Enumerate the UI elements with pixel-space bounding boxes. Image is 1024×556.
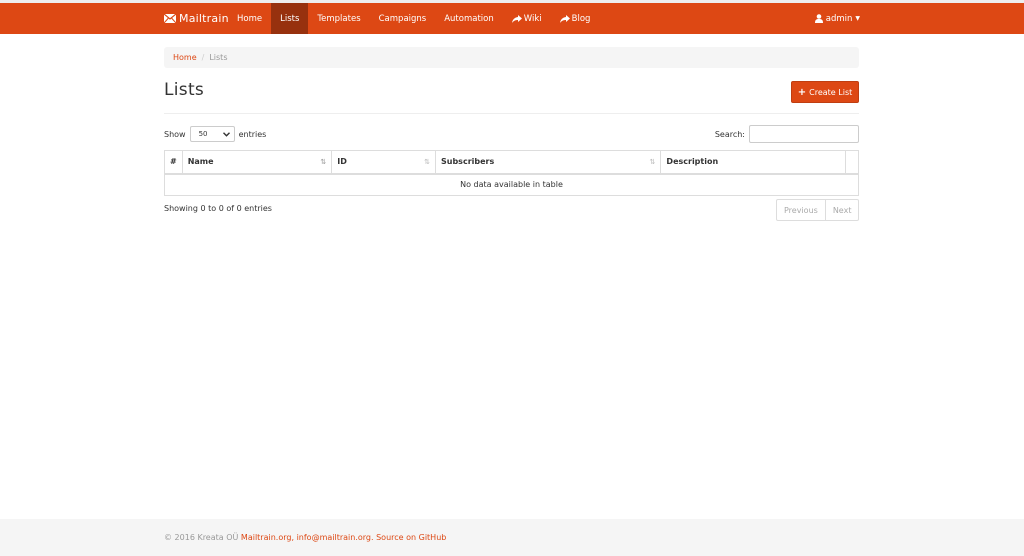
search-control: Search: [715,125,859,143]
nav-automation[interactable]: Automation [435,3,503,34]
nav-wiki-label: Wiki [523,13,542,24]
user-icon [814,14,823,23]
page-size-control: Show 50 entries [164,126,266,142]
column-header-actions [844,150,860,175]
chevron-down-icon [222,131,230,137]
sort-icon: ⇅ [649,158,656,166]
brand-label: Mailtrain [179,12,229,25]
column-header-description[interactable]: Description [660,150,846,175]
page-size-value: 50 [198,130,208,138]
footer-text: © 2016 Kreata OÜ Mailtrain.org, info@mai… [164,533,446,542]
table-header-row: # Name ⇅ ID ⇅ Subscribers ⇅ Description [164,150,860,175]
envelope-icon [164,14,176,23]
user-name: admin [825,13,853,24]
table-info: Showing 0 to 0 of 0 entries [164,204,272,213]
show-label: Show [164,129,186,139]
plus-icon: + [797,86,807,98]
caret-down-icon: ▼ [855,15,860,22]
sort-ascending-icon: ⇅ [320,158,327,166]
column-header-subscribers[interactable]: Subscribers ⇅ [434,150,662,175]
user-menu[interactable]: admin ▼ [814,3,860,34]
pagination: Previous Next [776,199,860,221]
nav-lists[interactable]: Lists [271,3,309,34]
header-divider [164,113,859,114]
navbar-inner: Mailtrain Home Lists Templates Campaigns… [164,3,860,34]
nav-wiki[interactable]: Wiki [503,3,551,34]
next-button[interactable]: Next [825,199,860,221]
column-header-id[interactable]: ID ⇅ [331,150,436,175]
breadcrumb-separator: / [201,53,205,62]
brand-link[interactable]: Mailtrain [164,3,229,34]
create-list-label: Create List [809,87,853,97]
footer-separator: . [371,533,374,542]
share-arrow-icon [559,14,570,23]
nav-home[interactable]: Home [228,3,271,34]
footer-separator: , [291,533,295,542]
entries-label: entries [238,129,267,139]
sort-icon: ⇅ [424,158,430,166]
table-row: No data available in table [164,173,859,196]
share-arrow-icon [511,14,522,23]
breadcrumb: Home / Lists [164,47,859,68]
previous-button[interactable]: Previous [776,199,826,221]
column-header-index[interactable]: # [164,150,183,175]
nav-campaigns[interactable]: Campaigns [370,3,436,34]
breadcrumb-home[interactable]: Home [173,53,197,62]
footer-copyright: © 2016 Kreata OÜ [164,533,239,542]
empty-table-message: No data available in table [164,173,859,196]
breadcrumb-current: Lists [209,53,228,62]
search-label: Search: [714,129,745,139]
nav-templates[interactable]: Templates [308,3,369,34]
footer-site-link[interactable]: Mailtrain.org [241,533,292,542]
footer-source-link[interactable]: Source on GitHub [376,533,446,542]
lists-table: # Name ⇅ ID ⇅ Subscribers ⇅ Description … [164,150,860,196]
page-size-select[interactable]: 50 [189,126,235,142]
footer-email-link[interactable]: info@mailtrain.org [297,533,371,542]
search-input[interactable] [749,125,859,143]
column-header-name[interactable]: Name ⇅ [181,150,333,175]
create-list-button[interactable]: + Create List [791,81,859,103]
nav-blog[interactable]: Blog [551,3,600,34]
footer: © 2016 Kreata OÜ Mailtrain.org, info@mai… [0,519,1024,556]
nav-links: Home Lists Templates Campaigns Automatio… [228,3,599,34]
page-title: Lists [164,80,205,100]
nav-blog-label: Blog [571,13,591,24]
navbar: Mailtrain Home Lists Templates Campaigns… [0,3,1024,34]
